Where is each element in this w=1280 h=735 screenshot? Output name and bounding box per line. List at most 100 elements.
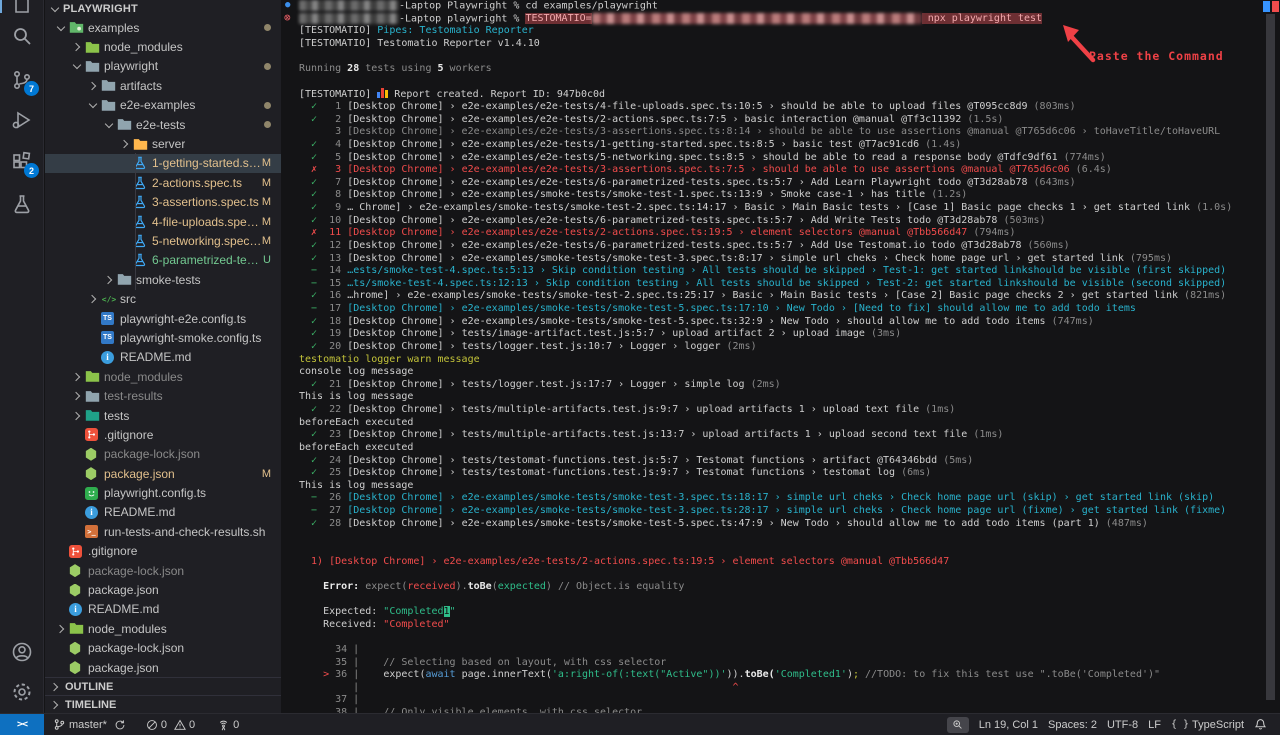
chevron-right-icon (87, 293, 101, 305)
tree-item-smoke-tests[interactable]: smoke-tests (45, 270, 281, 289)
problems-item[interactable]: 0 0 (141, 714, 200, 735)
terminal-line (299, 568, 1280, 581)
activity-bar: 7 2 (0, 0, 44, 713)
tree-item-label: e2e-tests (136, 118, 185, 132)
language-mode-item[interactable]: { }TypeScript (1166, 714, 1249, 735)
chevron-down-icon (87, 99, 101, 111)
terminal-line: This is log message (299, 391, 1280, 404)
terminal-scrollbar[interactable] (1266, 14, 1275, 700)
tree-item-label: playwright.config.ts (104, 486, 206, 500)
tree-item-server[interactable]: server (45, 134, 281, 153)
terminal-line: ✗ 3 [Desktop Chrome] › e2e-examples/e2e-… (299, 164, 1280, 177)
folder-icon (85, 390, 104, 403)
timeline-section-header[interactable]: TIMELINE (45, 695, 281, 713)
terminal-line: ✓ 9 … Chrome] › e2e-examples/smoke-tests… (299, 202, 1280, 215)
command-success-decoration-icon: ● (285, 0, 290, 10)
tree-item-5-networking-spec-ts[interactable]: 5-networking.spec.tsM (45, 231, 281, 250)
remote-indicator[interactable]: >< (0, 714, 44, 735)
workspace-title: PLAYWRIGHT (63, 3, 138, 15)
tree-item-label: playwright-e2e.config.ts (120, 312, 246, 326)
tree-item-6-parametrized-tests-[interactable]: 6-parametrized-tests....U (45, 251, 281, 270)
tree-item-readme-md[interactable]: iREADME.md (45, 600, 281, 619)
eol-item[interactable]: LF (1143, 714, 1166, 735)
terminal-line: ✓ 22 [Desktop Chrome] › tests/multiple-a… (299, 404, 1280, 417)
tree-item-node-modules[interactable]: node_modules (45, 619, 281, 638)
git-icon (69, 545, 88, 558)
chevron-right-icon (71, 410, 85, 422)
barchart-icon (377, 88, 388, 98)
tree-item-artifacts[interactable]: artifacts (45, 76, 281, 95)
tree-item-playwright[interactable]: playwright (45, 57, 281, 76)
terminal-line: beforeEach executed (299, 417, 1280, 430)
tree-item-test-results[interactable]: test-results (45, 386, 281, 405)
extensions-badge: 2 (24, 163, 39, 178)
shell-icon: >_ (85, 525, 104, 538)
tree-item-package-lock-json[interactable]: package-lock.json (45, 561, 281, 580)
tree-item-run-tests-and-check-results-sh[interactable]: >_run-tests-and-check-results.sh (45, 522, 281, 541)
settings-gear-icon[interactable] (0, 672, 44, 712)
terminal-panel[interactable]: -Laptop Playwright % cd examples/playwri… (282, 0, 1280, 713)
tree-item-playwright-smoke-config-ts[interactable]: TSplaywright-smoke.config.ts (45, 328, 281, 347)
run-debug-icon[interactable] (0, 100, 44, 140)
terminal-line: ✓ 23 [Desktop Chrome] › tests/multiple-a… (299, 429, 1280, 442)
terminal-line: 34 | (299, 644, 1280, 657)
terminal-line: beforeEach executed (299, 442, 1280, 455)
extensions-icon[interactable]: 2 (0, 142, 44, 182)
tree-item-readme-md[interactable]: iREADME.md (45, 348, 281, 367)
tree-item-playwright-config-ts[interactable]: playwright.config.ts (45, 483, 281, 502)
tree-item-e2e-examples[interactable]: e2e-examples (45, 96, 281, 115)
tree-item-src[interactable]: </>src (45, 289, 281, 308)
tree-item-node-modules[interactable]: node_modules (45, 367, 281, 386)
terminal-line: ✓ 25 [Desktop Chrome] › tests/testomat-f… (299, 467, 1280, 480)
tree-item-examples[interactable]: examples (45, 18, 281, 37)
indent-guide (135, 153, 136, 290)
tree-item-package-lock-json[interactable]: package-lock.json (45, 639, 281, 658)
tree-item-node-modules[interactable]: node_modules (45, 37, 281, 56)
ports-item[interactable]: 0 (212, 714, 244, 735)
tree-item-3-assertions-spec-ts[interactable]: 3-assertions.spec.tsM (45, 193, 281, 212)
tree-item-2-actions-spec-ts[interactable]: 2-actions.spec.tsM (45, 173, 281, 192)
redacted-blur (299, 0, 399, 11)
explorer-header[interactable]: PLAYWRIGHT (45, 0, 281, 18)
terminal-line: 1) [Desktop Chrome] › e2e-examples/e2e-t… (299, 556, 1280, 569)
tree-item-package-json[interactable]: package.jsonM (45, 464, 281, 483)
screencast-zoom-item[interactable] (942, 714, 974, 735)
errors-count: 0 (161, 719, 167, 731)
outline-section-header[interactable]: OUTLINE (45, 677, 281, 695)
tree-item-readme-md[interactable]: iREADME.md (45, 503, 281, 522)
tree-item--gitignore[interactable]: .gitignore (45, 425, 281, 444)
terminal-line: Error: expect(received).toBe(expected) /… (299, 581, 1280, 594)
tree-item-label: package-lock.json (88, 564, 184, 578)
terminal-line: − 17 [Desktop Chrome] › e2e-examples/smo… (299, 303, 1280, 316)
search-icon[interactable] (0, 16, 44, 56)
folder-icon (85, 370, 104, 383)
chevron-right-icon (49, 699, 63, 711)
tree-item-package-json[interactable]: package.json (45, 658, 281, 677)
tree-item-4-file-uploads-spec-ts[interactable]: 4-file-uploads.spec.tsM (45, 212, 281, 231)
tree-item-1-getting-started-spe-[interactable]: 1-getting-started.spe...M (45, 154, 281, 173)
tree-item-label: run-tests-and-check-results.sh (104, 525, 265, 539)
tree-item-label: test-results (104, 389, 163, 403)
branch-item[interactable]: master* (48, 714, 131, 735)
indentation-item[interactable]: Spaces: 2 (1043, 714, 1102, 735)
tree-item-label: smoke-tests (136, 273, 201, 287)
tree-item-package-json[interactable]: package.json (45, 580, 281, 599)
account-icon[interactable] (0, 632, 44, 672)
cursor-position-item[interactable]: Ln 19, Col 1 (974, 714, 1043, 735)
tree-item-package-lock-json[interactable]: package-lock.json (45, 445, 281, 464)
terminal-line: ✓ 2 [Desktop Chrome] › e2e-examples/e2e-… (299, 114, 1280, 127)
terminal-line: ✓ 24 [Desktop Chrome] › tests/testomat-f… (299, 455, 1280, 468)
folder-icon (85, 60, 104, 73)
source-control-icon[interactable]: 7 (0, 60, 44, 100)
tree-item-label: examples (88, 21, 139, 35)
tree-item-label: package.json (88, 583, 159, 597)
tree-item-e2e-tests[interactable]: e2e-tests (45, 115, 281, 134)
tree-item-label: server (152, 137, 185, 151)
tree-item-playwright-e2e-config-ts[interactable]: TSplaywright-e2e.config.ts (45, 309, 281, 328)
encoding-item[interactable]: UTF-8 (1102, 714, 1143, 735)
tree-item--gitignore[interactable]: .gitignore (45, 542, 281, 561)
tree-item-tests[interactable]: tests (45, 406, 281, 425)
notifications-item[interactable] (1249, 714, 1272, 735)
terminal-line: ✓ 20 [Desktop Chrome] › tests/logger.tes… (299, 341, 1280, 354)
testing-beaker-icon[interactable] (0, 184, 44, 224)
